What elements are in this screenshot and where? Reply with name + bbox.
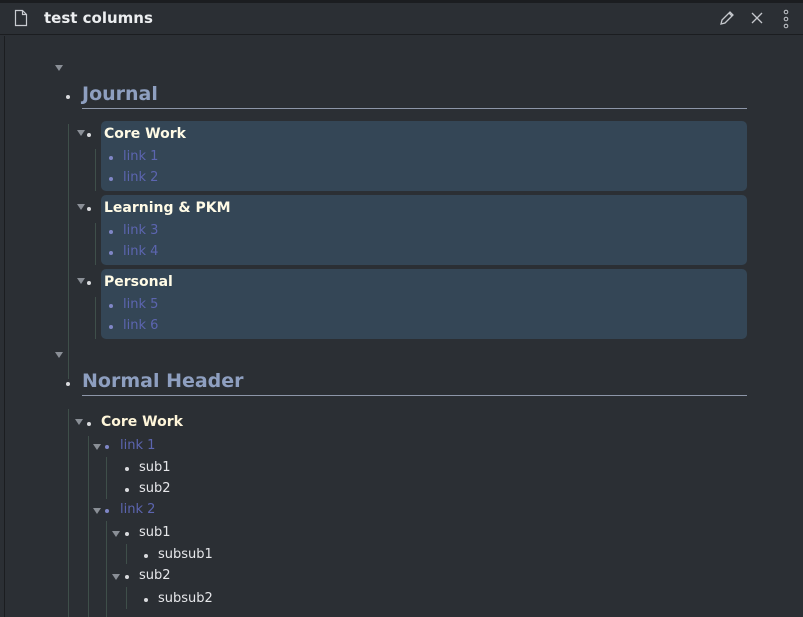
edit-icon[interactable] (718, 9, 736, 27)
link-item[interactable]: link 2 (123, 170, 158, 185)
journal-header: Journal (82, 83, 158, 105)
indent-guide (126, 544, 127, 564)
bullet-icon (144, 554, 148, 558)
bullet-icon (109, 304, 113, 308)
column-card: Personal link 5 link 6 (95, 269, 747, 339)
indent-guide (106, 521, 107, 617)
link-item[interactable]: link 2 (120, 502, 155, 517)
header-divider (82, 395, 747, 396)
list-item: subsub2 (158, 591, 213, 606)
bullet-icon (66, 95, 70, 99)
indent-guide (88, 436, 89, 617)
link-item[interactable]: link 4 (123, 244, 158, 259)
bullet-icon (109, 251, 113, 255)
list-item: sub1 (139, 525, 171, 540)
column-card: Core Work link 1 link 2 (95, 121, 747, 191)
editor-area[interactable]: Journal Core Work link 1 link 2 Learning… (4, 36, 803, 617)
collapse-arrow-icon[interactable] (112, 531, 120, 537)
list-item: sub1 (139, 460, 171, 475)
collapse-arrow-icon[interactable] (75, 419, 83, 425)
bullet-icon (125, 467, 129, 471)
collapse-arrow-icon[interactable] (77, 130, 85, 136)
collapse-arrow-icon[interactable] (93, 444, 101, 450)
bullet-icon (105, 445, 109, 449)
collapse-arrow-icon[interactable] (55, 65, 63, 71)
collapse-arrow-icon[interactable] (112, 574, 120, 580)
indent-guide (126, 587, 127, 609)
link-item[interactable]: link 1 (123, 149, 158, 164)
bullet-icon (125, 488, 129, 492)
indent-guide (95, 297, 96, 339)
bullet-icon (66, 382, 70, 386)
title-bar: test columns (0, 0, 803, 35)
bullet-icon (87, 281, 91, 285)
bullet-icon (109, 230, 113, 234)
collapse-arrow-icon[interactable] (93, 508, 101, 514)
bullet-icon (144, 598, 148, 602)
indent-guide (106, 457, 107, 499)
bullet-icon (105, 509, 109, 513)
bullet-icon (87, 133, 91, 137)
indent-guide (95, 223, 96, 265)
collapse-arrow-icon[interactable] (55, 352, 63, 358)
link-item[interactable]: link 3 (123, 223, 158, 238)
card-title: Core Work (104, 126, 186, 142)
indent-guide (68, 124, 69, 379)
indent-guide (68, 409, 69, 617)
file-icon (14, 9, 28, 27)
more-icon[interactable] (781, 9, 791, 29)
bullet-icon (109, 177, 113, 181)
list-item: sub2 (139, 568, 171, 583)
link-item[interactable]: link 5 (123, 297, 158, 312)
bullet-icon (87, 207, 91, 211)
normal-header: Normal Header (82, 370, 244, 392)
bullet-icon (87, 422, 91, 426)
bullet-icon (125, 575, 129, 579)
bullet-icon (125, 532, 129, 536)
header-divider (82, 108, 747, 109)
card-title: Personal (104, 274, 173, 290)
collapse-arrow-icon[interactable] (77, 204, 85, 210)
column-card: Learning & PKM link 3 link 4 (95, 195, 747, 265)
close-icon[interactable] (749, 9, 765, 27)
group-title: Core Work (101, 414, 183, 430)
bullet-icon (109, 325, 113, 329)
collapse-arrow-icon[interactable] (77, 278, 85, 284)
list-item: sub2 (139, 481, 171, 496)
link-item[interactable]: link 1 (120, 438, 155, 453)
page-title: test columns (44, 9, 153, 27)
indent-guide (95, 149, 96, 191)
list-item: subsub1 (158, 547, 213, 562)
bullet-icon (109, 156, 113, 160)
link-item[interactable]: link 6 (123, 318, 158, 333)
card-title: Learning & PKM (104, 200, 231, 216)
